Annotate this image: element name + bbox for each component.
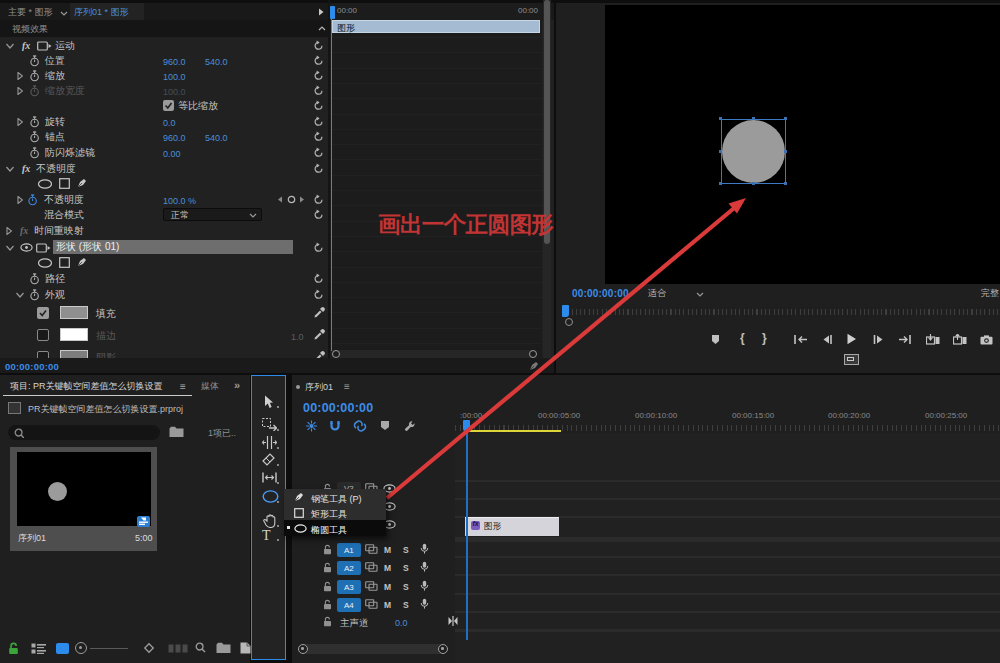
tools-panel: T bbox=[251, 375, 286, 660]
red-text: 画出一个正圆图形 bbox=[378, 209, 553, 240]
project-panel: 项目: PR关键帧空间差值怎么切换设置 ≡ 媒体 » PR关键帧空间差值怎么切换… bbox=[0, 375, 250, 663]
project-toolbar bbox=[0, 638, 250, 663]
clip[interactable]: fx 图形 bbox=[465, 517, 559, 536]
program-monitor: 00:00:00:00 适合 完整 { } bbox=[556, 0, 1000, 373]
project-tab[interactable]: 项目: PR关键帧空间差值怎么切换设置 ≡ bbox=[3, 377, 192, 396]
timeline-tracks: fx 图形 bbox=[455, 433, 1000, 663]
sequence-tile[interactable]: 序列01 5:00 bbox=[10, 447, 157, 551]
video-frame bbox=[605, 5, 1000, 284]
effect-controls-panel: 主要 * 图形 序列01 * 图形 视频效果 fx运动 位置960.0540.0… bbox=[0, 0, 554, 373]
ecp-timeline: 00:00 00:00 图形 bbox=[330, 3, 542, 358]
tool-flyout: 钢笔工具 (P) 矩形工具 椭圆工具 bbox=[284, 489, 386, 536]
timeline-panel: 序列01 ≡ 00:00:00:00 :00:00 00:00:05:00 00… bbox=[292, 375, 1000, 663]
ecp-params: fx运动 位置960.0540.0 缩放100.0 缩放宽度100.0 等比缩放… bbox=[0, 0, 328, 358]
premiere-pro-ui: 主要 * 图形 序列01 * 图形 视频效果 fx运动 位置960.0540.0… bbox=[0, 0, 1000, 663]
